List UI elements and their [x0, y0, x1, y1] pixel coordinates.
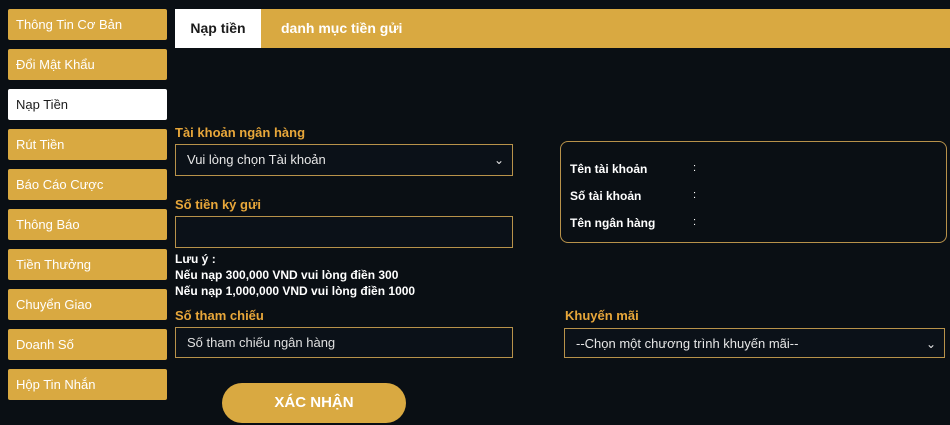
- promo-select[interactable]: --Chọn một chương trình khuyến mãi-- ⌄: [564, 328, 945, 358]
- bank-account-select[interactable]: Vui lòng chọn Tài khoản ⌄: [175, 144, 513, 176]
- account-info-box: Tên tài khoản : Số tài khoản : Tên ngân …: [560, 141, 947, 243]
- sidebar-item-bonus[interactable]: Tiền Thưởng: [8, 249, 167, 280]
- tab-deposit-history[interactable]: danh mục tiền gửi: [281, 9, 402, 48]
- deposit-page: Thông Tin Cơ Bản Đổi Mật Khẩu Nạp Tiền R…: [0, 0, 950, 425]
- reference-field[interactable]: [175, 327, 513, 358]
- sidebar-item-basic-info[interactable]: Thông Tin Cơ Bản: [8, 9, 167, 40]
- tab-bar: Nạp tiền danh mục tiền gửi: [175, 9, 950, 48]
- account-number-label: Số tài khoản: [570, 189, 642, 203]
- chevron-down-icon: ⌄: [493, 153, 504, 167]
- sidebar-item-bet-report[interactable]: Báo Cáo Cược: [8, 169, 167, 200]
- note-line-2: Nếu nạp 1,000,000 VND vui lòng điền 1000: [175, 284, 416, 298]
- sidebar-item-change-password[interactable]: Đổi Mật Khẩu: [8, 49, 167, 80]
- deposit-amount-label: Số tiền ký gửi: [175, 197, 261, 212]
- note-line-1: Nếu nạp 300,000 VND vui lòng điền 300: [175, 268, 399, 282]
- deposit-amount-input[interactable]: [176, 217, 512, 247]
- promo-label: Khuyến mãi: [565, 308, 639, 323]
- sidebar-item-turnover[interactable]: Doanh Số: [8, 329, 167, 360]
- sidebar: Thông Tin Cơ Bản Đổi Mật Khẩu Nạp Tiền R…: [8, 9, 167, 409]
- reference-label: Số tham chiếu: [175, 308, 264, 323]
- bank-account-selected-value: Vui lòng chọn Tài khoản: [187, 152, 326, 167]
- tab-deposit[interactable]: Nạp tiền: [175, 9, 261, 48]
- bank-account-label: Tài khoản ngân hàng: [175, 125, 306, 140]
- account-name-separator: :: [693, 162, 697, 174]
- account-name-label: Tên tài khoản: [570, 162, 648, 176]
- sidebar-item-inbox[interactable]: Hộp Tin Nhắn: [8, 369, 167, 400]
- sidebar-item-notifications[interactable]: Thông Báo: [8, 209, 167, 240]
- reference-input[interactable]: [176, 328, 512, 357]
- confirm-button[interactable]: XÁC NHẬN: [222, 383, 406, 423]
- sidebar-item-deposit[interactable]: Nạp Tiền: [8, 89, 167, 120]
- bank-name-label: Tên ngân hàng: [570, 216, 656, 230]
- chevron-down-icon: ⌄: [925, 337, 936, 351]
- note-title: Lưu ý :: [175, 252, 216, 266]
- sidebar-item-withdraw[interactable]: Rút Tiền: [8, 129, 167, 160]
- bank-name-separator: :: [693, 216, 697, 228]
- account-number-separator: :: [693, 189, 697, 201]
- sidebar-item-transfer[interactable]: Chuyển Giao: [8, 289, 167, 320]
- promo-selected-value: --Chọn một chương trình khuyến mãi--: [576, 336, 799, 351]
- deposit-amount-field[interactable]: [175, 216, 513, 248]
